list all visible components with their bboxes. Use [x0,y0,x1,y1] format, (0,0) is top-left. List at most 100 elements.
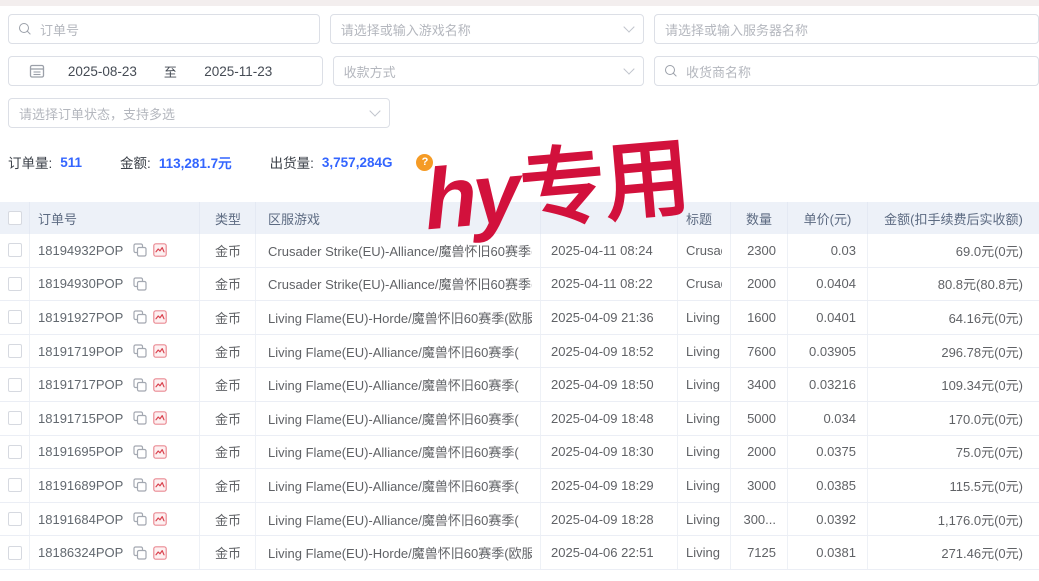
unit-price: 0.03905 [809,344,856,359]
amount: 80.8元(80.8元) [938,274,1023,293]
row-checkbox[interactable] [8,478,22,492]
row-checkbox[interactable] [8,546,22,560]
date-end-value[interactable]: 2025-11-23 [183,64,294,79]
image-icon[interactable] [153,243,167,257]
order-title: Living Fl [686,411,722,426]
copy-icon[interactable] [133,546,147,560]
order-time: 2025-04-09 18:52 [551,344,654,359]
column-header: 单价(元) [788,202,868,234]
order-title: Living Fl [686,310,722,325]
order-type: 金币 [215,375,241,394]
game-server: Living Flame(EU)-Alliance/魔兽怀旧60赛季( [268,476,519,495]
order-time: 2025-04-09 18:29 [551,478,654,493]
order-count-label: 订单量: [8,152,52,172]
image-icon[interactable] [153,512,167,526]
game-server: Living Flame(EU)-Horde/魔兽怀旧60赛季(欧服 [268,543,532,562]
copy-icon[interactable] [133,243,147,257]
quantity: 7600 [747,344,776,359]
game-name-select[interactable]: 请选择或输入游戏名称 [330,14,644,44]
order-type: 金币 [215,308,241,327]
order-number: 18191717POP [38,377,123,392]
order-number: 18191684POP [38,512,123,527]
select-all-cell [0,202,30,234]
payment-method-select[interactable]: 收款方式 [333,56,644,86]
table-row: 18191717POP 金币 Living Flame(EU)-Alliance… [0,368,1039,402]
row-checkbox[interactable] [8,411,22,425]
image-icon[interactable] [153,478,167,492]
calendar-icon [29,63,45,79]
unit-price: 0.0392 [816,512,856,527]
order-time: 2025-04-09 18:30 [551,444,654,459]
game-server: Living Flame(EU)-Horde/魔兽怀旧60赛季(欧服 [268,308,532,327]
help-icon[interactable]: ? [416,154,433,171]
filter-panel: 订单号 请选择或输入游戏名称 请选择或输入服务器名称 2025-08-23 至 … [0,6,1039,128]
column-header: 金额(扣手续费后实收额) [868,202,1039,234]
copy-icon[interactable] [133,411,147,425]
order-number: 18191695POP [38,444,123,459]
image-icon[interactable] [153,310,167,324]
image-icon[interactable] [153,411,167,425]
table-row: 18191689POP 金币 Living Flame(EU)-Alliance… [0,469,1039,503]
copy-icon[interactable] [133,277,147,291]
search-icon [19,23,32,36]
select-all-checkbox[interactable] [8,211,22,225]
table-header-row: 订单号类型区服游戏标题数量单价(元)金额(扣手续费后实收额) [0,202,1039,234]
orders-table: 订单号类型区服游戏标题数量单价(元)金额(扣手续费后实收额) 18194932P… [0,202,1039,570]
order-title: Living Fl [686,344,722,359]
row-checkbox[interactable] [8,378,22,392]
copy-icon[interactable] [133,478,147,492]
order-number: 18191689POP [38,478,123,493]
game-server: Living Flame(EU)-Alliance/魔兽怀旧60赛季( [268,510,519,529]
order-number: 18191715POP [38,411,123,426]
order-type: 金币 [215,442,241,461]
order-type: 金币 [215,241,241,260]
receiver-name-input[interactable]: 收货商名称 [654,56,1039,86]
server-name-select[interactable]: 请选择或输入服务器名称 [654,14,1039,44]
order-number-input[interactable]: 订单号 [8,14,320,44]
order-time: 2025-04-11 08:22 [551,276,653,291]
image-icon[interactable] [153,344,167,358]
image-icon[interactable] [153,546,167,560]
table-row: 18194930POP 金币 Crusader Strike(EU)-Allia… [0,268,1039,302]
date-range-picker[interactable]: 2025-08-23 至 2025-11-23 [8,56,323,86]
game-server: Living Flame(EU)-Alliance/魔兽怀旧60赛季( [268,409,519,428]
row-checkbox[interactable] [8,512,22,526]
quantity: 5000 [747,411,776,426]
order-time: 2025-04-11 08:24 [551,243,653,258]
order-type: 金币 [215,409,241,428]
table-row: 18194932POP 金币 Crusader Strike(EU)-Allia… [0,234,1039,268]
quantity: 2000 [747,444,776,459]
image-icon[interactable] [153,445,167,459]
table-row: 18191695POP 金币 Living Flame(EU)-Alliance… [0,436,1039,470]
quantity: 1600 [747,310,776,325]
order-type: 金币 [215,274,241,293]
row-checkbox[interactable] [8,277,22,291]
chevron-down-icon [369,105,380,116]
order-time: 2025-04-09 18:48 [551,411,654,426]
order-number: 18186324POP [38,545,123,560]
copy-icon[interactable] [133,344,147,358]
row-checkbox[interactable] [8,445,22,459]
order-time: 2025-04-09 21:36 [551,310,654,325]
order-status-select[interactable]: 请选择订单状态，支持多选 [8,98,390,128]
order-number: 18191927POP [38,310,123,325]
copy-icon[interactable] [133,378,147,392]
unit-price: 0.03 [831,243,856,258]
amount: 296.78元(0元) [941,342,1023,361]
order-title: Living Fl [686,444,722,459]
row-checkbox[interactable] [8,243,22,257]
copy-icon[interactable] [133,445,147,459]
amount: 69.0元(0元) [956,241,1023,260]
amount: 1,176.0元(0元) [938,510,1023,529]
order-title: Living Fl [686,545,722,560]
order-type: 金币 [215,510,241,529]
image-icon[interactable] [153,378,167,392]
quantity: 2000 [747,276,776,291]
row-checkbox[interactable] [8,310,22,324]
chevron-down-icon [623,21,634,32]
row-checkbox[interactable] [8,344,22,358]
order-title: Crusader [686,243,722,258]
copy-icon[interactable] [133,310,147,324]
copy-icon[interactable] [133,512,147,526]
date-start-value[interactable]: 2025-08-23 [47,64,158,79]
